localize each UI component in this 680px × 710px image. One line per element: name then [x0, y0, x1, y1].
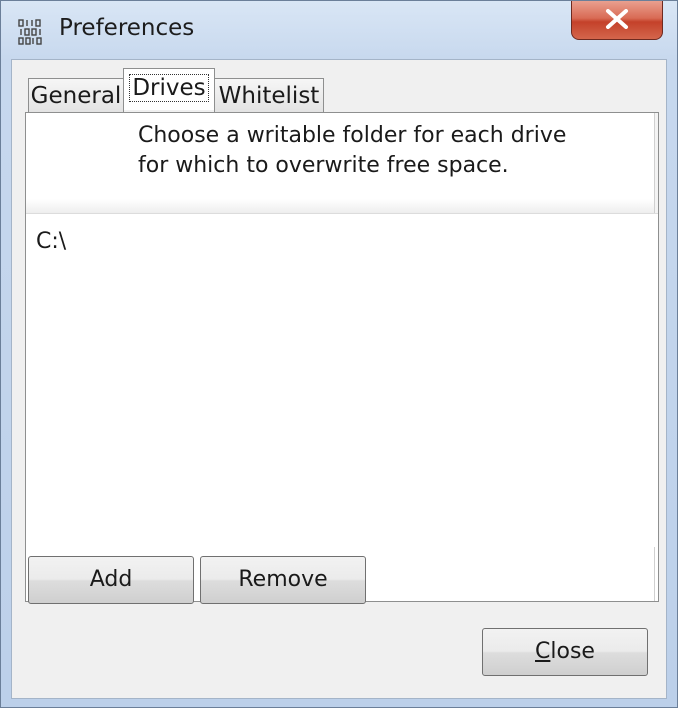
tab-label: Drives	[129, 74, 209, 102]
dialog-body: General Drives Whitelist Choose a writab…	[11, 59, 667, 699]
folder-list[interactable]: C:\	[26, 217, 658, 601]
window-title: Preferences	[59, 15, 195, 41]
binary-digits-icon	[18, 19, 42, 45]
description-text: Choose a writable folder for each drive	[138, 123, 567, 148]
tab-general[interactable]: General	[28, 78, 124, 112]
window-close-button[interactable]	[571, 1, 663, 40]
drives-tab-panel: Choose a writable folder for each drive …	[25, 112, 659, 602]
preferences-window: Preferences General Drives Whitelist Cho…	[0, 0, 678, 708]
tab-whitelist[interactable]: Whitelist	[214, 78, 324, 112]
list-divider	[654, 547, 658, 601]
tab-label: Whitelist	[218, 83, 320, 109]
add-button[interactable]: Add	[28, 556, 194, 604]
list-item[interactable]: C:\	[36, 229, 66, 254]
close-icon	[606, 9, 628, 29]
description-text: for which to overwrite free space.	[138, 153, 509, 178]
description-area: Choose a writable folder for each drive …	[26, 113, 658, 214]
tab-label: General	[30, 83, 122, 109]
close-button[interactable]: Close	[482, 628, 648, 676]
close-mnemonic: C	[535, 639, 551, 664]
title-bar[interactable]: Preferences	[1, 1, 677, 59]
remove-button[interactable]: Remove	[200, 556, 366, 604]
scrollbar[interactable]	[654, 113, 658, 213]
tab-drives[interactable]: Drives	[123, 68, 215, 110]
close-label: lose	[550, 639, 595, 664]
